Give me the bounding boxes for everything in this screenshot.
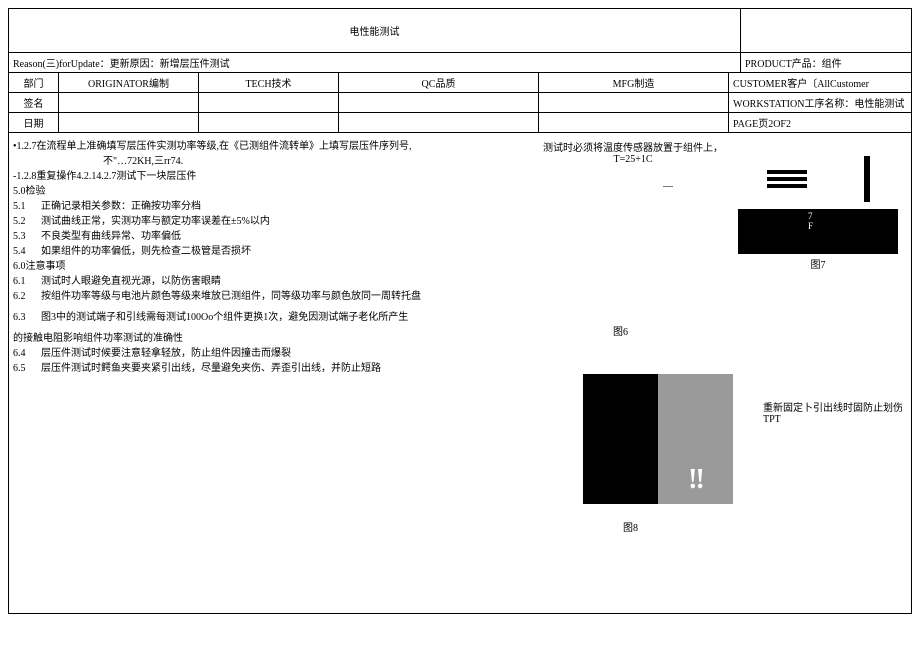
sign-qc (339, 93, 539, 112)
fig6-note: 测试时必须将温度传感器放置于组件上，T=25+1C (543, 139, 723, 165)
workstation-label: WORKSTATION工序名称：电性能测试 (729, 93, 909, 112)
fig7-bar-icon (864, 156, 870, 202)
s61: 测试时人眼避免直视光源，以防伤害眼睛 (41, 274, 221, 289)
s50: 5.0检验 (13, 184, 483, 199)
mfg-label: MFG制造 (539, 73, 729, 92)
sign-orig (59, 93, 199, 112)
fig7-label: 图7 (738, 256, 898, 271)
s65: 层压件测试时鳄鱼夹要夹紧引出线，尽量避免夹伤、弄歪引出线，并防止短路 (41, 361, 381, 376)
fig8-black-panel (583, 374, 658, 504)
s51n: 5.1 (13, 199, 41, 214)
fig8-dots-icon: !! (688, 464, 703, 496)
customer-label: CUSTOMER客户〔AllCustomer (729, 73, 909, 92)
fig6-dash: — (663, 181, 673, 192)
date-orig (59, 113, 199, 132)
s54n: 5.4 (13, 244, 41, 259)
page-label: PAGE页2OF2 (729, 113, 909, 132)
fig7-f: F (808, 221, 813, 231)
fig8-diagram: !! (583, 374, 733, 504)
sign-mfg (539, 93, 729, 112)
s51: 正确记录相关参数：正确按功率分档 (41, 199, 201, 214)
s53: 不良类型有曲线异常、功率偏低 (41, 229, 181, 244)
s63n: 6.3 (13, 310, 41, 325)
originator-label: ORIGINATOR编制 (59, 73, 199, 92)
title-right-empty (741, 9, 911, 52)
s64n: 6.4 (13, 346, 41, 361)
body-text: •1.2.7在流程单上准确填写层压件实测功率等级,在《已测组件流转单》上填写层压… (13, 139, 483, 593)
date-qc (339, 113, 539, 132)
fig6-label: 图6 (613, 323, 628, 338)
s52: 测试曲线正常，实测功率与额定功率误差在±5%以内 (41, 214, 270, 229)
s63: 图3中的测试端子和引线需每测试100Oo个组件更换1次，避免因测试端子老化所产生 (41, 310, 408, 325)
s54: 如果组件的功率偏低，则先检查二极管是否损坏 (41, 244, 251, 259)
s65n: 6.5 (13, 361, 41, 376)
p128: -1.2.8重复操作4.2.14.2.7测试下一块层压件 (13, 169, 483, 184)
page-title: 电性能测试 (9, 9, 741, 52)
s52n: 5.2 (13, 214, 41, 229)
fig8-label: 图8 (623, 519, 638, 534)
s60: 6.0注意事项 (13, 259, 483, 274)
p127b: 不"…72KH,三rr74. (13, 154, 483, 169)
reason-text: Reason(三)forUpdate：更新原因：新增层压件测试 (9, 53, 741, 72)
fig7-diagram: 7 F 图7 (738, 149, 898, 271)
s63b: 的接触电阻影响组件功率测试的准确性 (13, 331, 483, 346)
sign-tech (199, 93, 339, 112)
sign-label: 签名 (9, 93, 59, 112)
s61n: 6.1 (13, 274, 41, 289)
product-text: PRODUCT产品：组件 (741, 53, 911, 72)
s62n: 6.2 (13, 289, 41, 304)
s62: 按组件功率等级与电池片颜色等级来堆放已测组件，同等级功率与颜色放同一周转托盘 (41, 289, 421, 304)
tech-label: TECH技术 (199, 73, 339, 92)
fig8-note: 重新固定卜引出线时固防止划伤TPT (763, 399, 903, 425)
s64: 层压件测试时候要注意轻拿轻放，防止组件因撞击而爆裂 (41, 346, 291, 361)
s53n: 5.3 (13, 229, 41, 244)
date-mfg (539, 113, 729, 132)
fig7-lines-icon (767, 170, 807, 188)
fig7-num: 7 (808, 211, 813, 221)
dept-label: 部门 (9, 73, 59, 92)
p127: •1.2.7在流程单上准确填写层压件实测功率等级,在《已测组件流转单》上填写层压… (13, 139, 483, 154)
date-tech (199, 113, 339, 132)
date-label: 日期 (9, 113, 59, 132)
qc-label: QC品质 (339, 73, 539, 92)
fig8-gray-panel: !! (658, 374, 733, 504)
